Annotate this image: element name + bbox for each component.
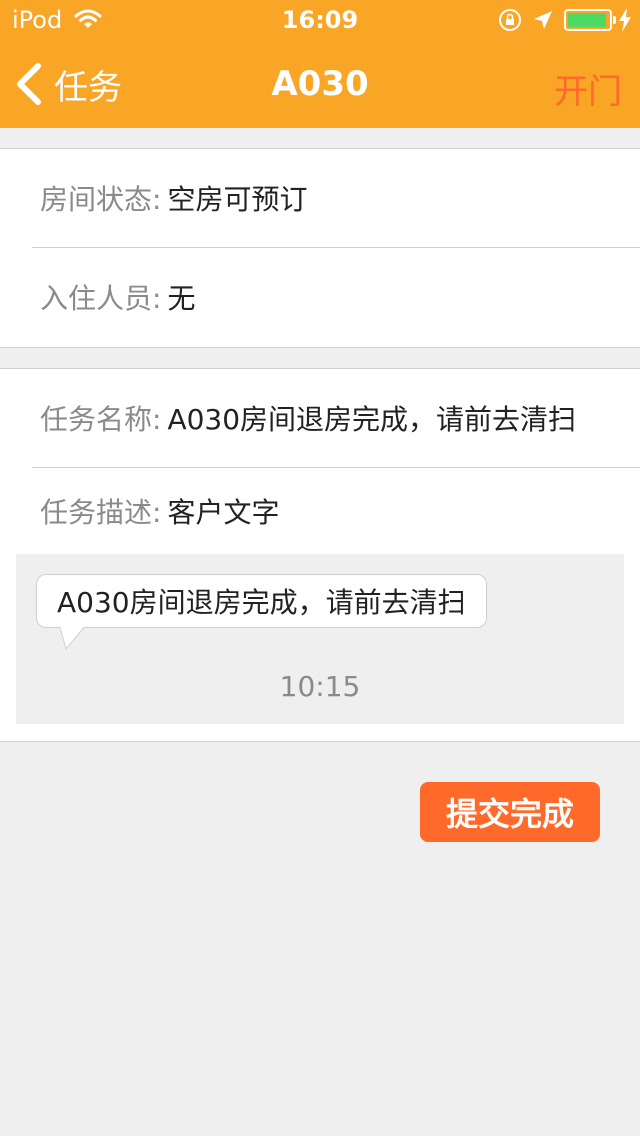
task-desc-value: 客户文字 <box>167 496 280 529</box>
guest-row: 入住人员: 无 <box>40 248 640 346</box>
open-door-button[interactable]: 开门 <box>554 64 622 113</box>
battery-icon <box>564 9 616 31</box>
task-desc-label: 任务描述: <box>40 496 162 529</box>
room-status-row: 房间状态: 空房可预订 <box>40 149 640 247</box>
page-title: A030 <box>271 64 369 104</box>
battery-level <box>568 13 606 27</box>
task-name-value: A030房间退房完成，请前去清扫 <box>167 403 577 436</box>
message-time: 10:15 <box>279 670 361 703</box>
rotation-lock-icon <box>499 9 521 31</box>
task-name-label: 任务名称: <box>40 403 162 436</box>
app-header: iPod 16:09 任务 A030 开门 <box>0 0 640 128</box>
room-status-label: 房间状态: <box>40 183 162 216</box>
message-bubble: A030房间退房完成，请前去清扫 <box>36 574 487 628</box>
guest-label: 入住人员: <box>40 282 162 315</box>
status-bar: iPod 16:09 <box>0 0 640 40</box>
bubble-tail-icon <box>60 627 84 651</box>
location-arrow-icon <box>534 11 552 29</box>
task-name-row: 任务名称: A030房间退房完成，请前去清扫 <box>40 369 640 467</box>
charging-bolt-icon <box>619 8 631 32</box>
submit-complete-button[interactable]: 提交完成 <box>420 782 600 842</box>
message-area: A030房间退房完成，请前去清扫 10:15 <box>16 554 624 724</box>
task-section: 任务名称: A030房间退房完成，请前去清扫 任务描述: 客户文字 A030房间… <box>0 368 640 742</box>
room-info-section: 房间状态: 空房可预订 入住人员: 无 <box>0 148 640 348</box>
room-status-value: 空房可预订 <box>167 183 308 216</box>
guest-value: 无 <box>167 282 196 315</box>
task-desc-row: 任务描述: 客户文字 <box>40 468 640 554</box>
battery-tip <box>613 16 616 24</box>
